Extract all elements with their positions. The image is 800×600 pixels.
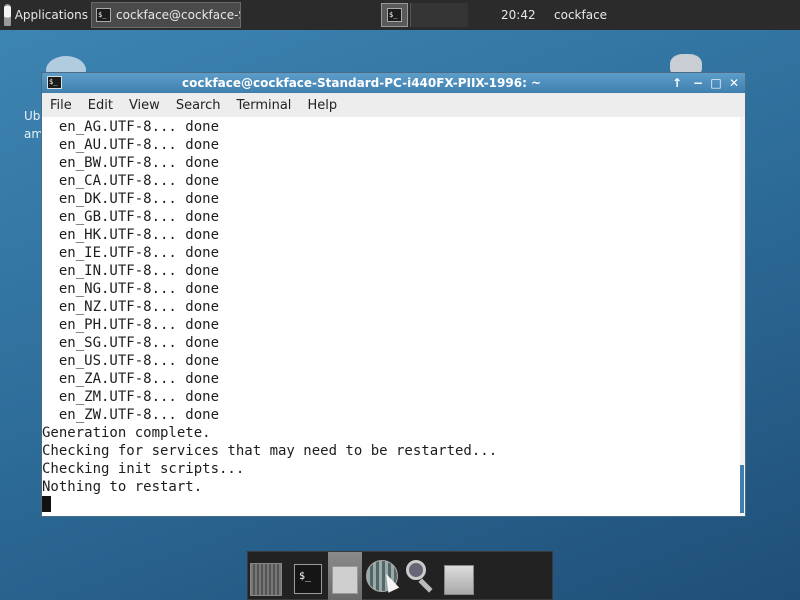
terminal-line: en_NG.UTF-8... done [42,281,220,297]
menu-view[interactable]: View [121,98,168,113]
terminal-line: en_SG.UTF-8... done [42,335,220,351]
terminal-icon[interactable]: $_ [47,76,62,89]
terminal-line: Nothing to restart. [42,479,203,495]
terminal-line: en_PH.UTF-8... done [42,317,220,333]
terminal-line: en_GB.UTF-8... done [42,209,220,225]
magnifier-lens [406,560,426,580]
magnifier-handle [418,578,433,593]
terminal-line: en_ZA.UTF-8... done [42,371,220,387]
terminal-line: en_NZ.UTF-8... done [42,299,220,315]
terminal-line: en_ZW.UTF-8... done [42,407,220,423]
terminal-line: en_AG.UTF-8... done [42,119,220,135]
app-finder-search-icon[interactable] [404,560,438,596]
terminal-line: en_US.UTF-8... done [42,353,220,369]
workspace-2[interactable] [410,3,468,27]
workspace-terminal-icon: $_ [387,8,402,22]
taskbar-button-label: cockface@cockface-Stand... [116,8,240,22]
shade-button[interactable]: ↑ [669,75,685,91]
folder-shape [332,566,358,594]
close-button[interactable]: ✕ [726,75,742,91]
terminal-line: en_BW.UTF-8... done [42,155,220,171]
terminal-line: en_DK.UTF-8... done [42,191,220,207]
user-menu[interactable]: cockface [554,8,607,22]
clock[interactable]: 20:42 [501,8,536,22]
dock: $_ [247,551,553,600]
terminal-line: Checking init scripts... [42,461,245,477]
window-title: cockface@cockface-Standard-PC-i440FX-PII… [182,76,542,90]
applications-menu[interactable]: Applications [2,2,88,28]
terminal-window[interactable]: $_ cockface@cockface-Standard-PC-i440FX-… [41,72,746,517]
menu-edit[interactable]: Edit [80,98,121,113]
terminal-line: en_AU.UTF-8... done [42,137,220,153]
text-cursor [42,496,51,512]
maximize-button[interactable]: □ [708,75,724,91]
show-desktop-icon[interactable] [250,563,282,596]
minimize-button[interactable]: − [690,75,706,91]
terminal-line: en_IN.UTF-8... done [42,263,220,279]
menu-bar: File Edit View Search Terminal Help [42,93,745,117]
top-panel: Applications $_ cockface@cockface-Stand.… [0,0,800,30]
menu-terminal[interactable]: Terminal [228,98,299,113]
home-folder-icon[interactable] [328,552,362,600]
terminal-output: en_AG.UTF-8... done en_AU.UTF-8... done … [42,118,738,514]
scrollbar[interactable] [740,117,745,516]
terminal-line: en_HK.UTF-8... done [42,227,220,243]
terminal-line: Checking for services that may need to b… [42,443,498,459]
terminal-line: en_IE.UTF-8... done [42,245,220,261]
file-manager-icon[interactable] [444,565,474,595]
xfce-logo-icon [4,4,11,26]
terminal-output-area[interactable]: en_AG.UTF-8... done en_AU.UTF-8... done … [42,117,745,516]
terminal-prompt-line [42,496,738,514]
title-bar[interactable]: $_ cockface@cockface-Standard-PC-i440FX-… [42,73,745,93]
terminal-line: en_CA.UTF-8... done [42,173,220,189]
scrollbar-thumb[interactable] [740,465,744,513]
workspace-1[interactable]: $_ [381,3,408,27]
terminal-icon: $_ [96,8,111,22]
taskbar-button-terminal[interactable]: $_ cockface@cockface-Stand... [91,2,241,28]
applications-label: Applications [14,8,88,22]
terminal-line: en_ZM.UTF-8... done [42,389,220,405]
terminal-line: Generation complete. [42,425,211,441]
dock-terminal-icon[interactable]: $_ [294,564,322,594]
menu-help[interactable]: Help [299,98,345,113]
menu-search[interactable]: Search [168,98,229,113]
menu-file[interactable]: File [42,98,80,113]
